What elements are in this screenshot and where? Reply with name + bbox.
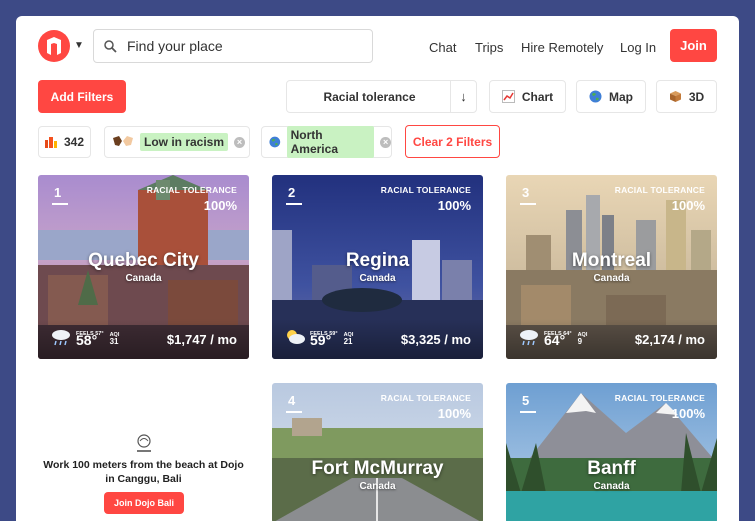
map-view-label: Map xyxy=(609,89,633,104)
card-metric-value: 100% xyxy=(671,198,705,213)
card-cost: $2,174 / mo xyxy=(634,332,705,347)
card-city-name: Regina xyxy=(345,250,410,271)
close-icon[interactable]: × xyxy=(380,136,391,148)
globe-icon xyxy=(269,136,281,148)
chevron-down-icon[interactable]: ▼ xyxy=(74,40,84,51)
city-photo xyxy=(272,383,483,521)
sort-select[interactable]: Racial tolerance ↓ xyxy=(286,80,477,113)
aqi: AQI 31 xyxy=(110,327,120,346)
rank-underline xyxy=(286,203,302,205)
partly-cloudy-icon xyxy=(287,329,305,344)
city-card-fort-mcmurray[interactable]: 4 RACIAL TOLERANCE 100% Fort McMurray Ca… xyxy=(272,383,483,521)
rank-underline xyxy=(520,203,536,205)
cube-icon xyxy=(669,91,681,102)
card-temperature: 59° xyxy=(310,331,332,348)
card-cost: $3,325 / mo xyxy=(400,332,471,347)
card-rank: 5 xyxy=(522,393,530,408)
city-card-regina[interactable]: 2 RACIAL TOLERANCE 100% Regina Canada FE… xyxy=(272,175,483,359)
filter-chip-north-america[interactable]: North America × xyxy=(261,126,392,158)
card-metric-value: 100% xyxy=(203,198,237,213)
nav-hire-remotely[interactable]: Hire Remotely xyxy=(521,40,603,55)
city-card-quebec-city[interactable]: 1 RACIAL TOLERANCE 100% Quebec City Cana… xyxy=(38,175,249,359)
card-cost: $1,747 / mo xyxy=(166,332,237,347)
card-rank: 1 xyxy=(54,185,62,200)
card-weather: FEELS 57° 58° AQI 31 xyxy=(50,327,120,348)
rank-underline xyxy=(286,411,302,413)
card-rank: 4 xyxy=(288,393,296,408)
card-metric-value: 100% xyxy=(437,198,471,213)
map-view-button[interactable]: Map xyxy=(576,80,646,113)
card-city-name: Montreal xyxy=(571,250,652,271)
dojo-bali-logo-icon xyxy=(137,434,151,452)
result-count: 342 xyxy=(38,126,91,158)
filter-chip-label: North America xyxy=(286,126,375,158)
feels-like: FEELS 57° 58° xyxy=(76,331,104,348)
card-metric-value: 100% xyxy=(437,406,471,421)
result-count-value: 342 xyxy=(63,135,85,149)
nomad-logo-icon[interactable] xyxy=(38,30,70,62)
card-metric-label: RACIAL TOLERANCE xyxy=(380,185,471,195)
globe-icon xyxy=(589,90,602,103)
card-city-name: Quebec City xyxy=(88,250,199,271)
card-metric-label: RACIAL TOLERANCE xyxy=(380,393,471,403)
card-weather: FEELS 59° 59° AQI 21 xyxy=(284,327,354,348)
search-icon xyxy=(104,39,117,53)
city-icon xyxy=(44,137,57,148)
chart-view-button[interactable]: Chart xyxy=(489,80,566,113)
filter-chip-label: Low in racism xyxy=(140,133,229,151)
card-metric-label: RACIAL TOLERANCE xyxy=(614,185,705,195)
card-city-name: Banff xyxy=(587,458,636,479)
aqi: AQI 21 xyxy=(344,327,354,346)
search-bar[interactable] xyxy=(93,29,373,63)
rank-underline xyxy=(520,411,536,413)
card-rank: 2 xyxy=(288,185,296,200)
search-input[interactable] xyxy=(127,38,347,54)
add-filters-button[interactable]: Add Filters xyxy=(38,80,126,113)
ad-text: Work 100 meters from the beach at Dojo i… xyxy=(43,459,244,485)
feels-like: FEELS 64° 64° xyxy=(544,331,572,348)
aqi-value: 31 xyxy=(109,337,119,346)
feels-like: FEELS 59° 59° xyxy=(310,331,338,348)
chart-view-label: Chart xyxy=(521,89,554,104)
nav-trips[interactable]: Trips xyxy=(475,40,503,55)
card-country: Canada xyxy=(359,481,396,492)
ad-join-button[interactable]: Join Dojo Bali xyxy=(104,492,184,514)
sort-direction-button[interactable]: ↓ xyxy=(450,81,476,112)
filter-chip-low-racism[interactable]: Low in racism × xyxy=(104,126,250,158)
card-country: Canada xyxy=(125,273,162,284)
aqi: AQI 9 xyxy=(578,327,588,346)
app-window: ▼ Chat Trips Hire Remotely Log In Join A… xyxy=(16,16,739,521)
handshake-icon xyxy=(113,136,133,146)
nav-chat[interactable]: Chat xyxy=(429,40,456,55)
3d-view-button[interactable]: 3D xyxy=(656,80,717,113)
city-card-montreal[interactable]: 3 RACIAL TOLERANCE 100% Montreal Canada … xyxy=(506,175,717,359)
3d-view-label: 3D xyxy=(688,89,705,104)
rank-underline xyxy=(52,203,68,205)
card-country: Canada xyxy=(359,273,396,284)
aqi-value: 21 xyxy=(343,337,353,346)
chart-icon xyxy=(501,90,515,103)
clear-filters-button[interactable]: Clear 2 Filters xyxy=(405,125,500,158)
card-metric-label: RACIAL TOLERANCE xyxy=(146,185,237,195)
city-photo xyxy=(506,383,717,521)
card-country: Canada xyxy=(593,481,630,492)
card-weather: FEELS 64° 64° AQI 9 xyxy=(518,327,588,348)
city-card-banff[interactable]: 5 RACIAL TOLERANCE 100% Banff Canada xyxy=(506,383,717,521)
card-city-name: Fort McMurray xyxy=(311,458,444,479)
nav-log-in[interactable]: Log In xyxy=(620,40,656,55)
card-country: Canada xyxy=(593,273,630,284)
sort-label: Racial tolerance xyxy=(323,89,416,104)
card-metric-value: 100% xyxy=(671,406,705,421)
card-temperature: 58° xyxy=(76,331,98,348)
close-icon[interactable]: × xyxy=(234,136,246,148)
card-temperature: 64° xyxy=(544,331,566,348)
rain-cloud-icon xyxy=(520,329,538,345)
card-metric-label: RACIAL TOLERANCE xyxy=(614,393,705,403)
rain-cloud-icon xyxy=(52,329,70,345)
aqi-value: 9 xyxy=(577,337,583,346)
join-button[interactable]: Join xyxy=(670,29,717,62)
card-rank: 3 xyxy=(522,185,530,200)
